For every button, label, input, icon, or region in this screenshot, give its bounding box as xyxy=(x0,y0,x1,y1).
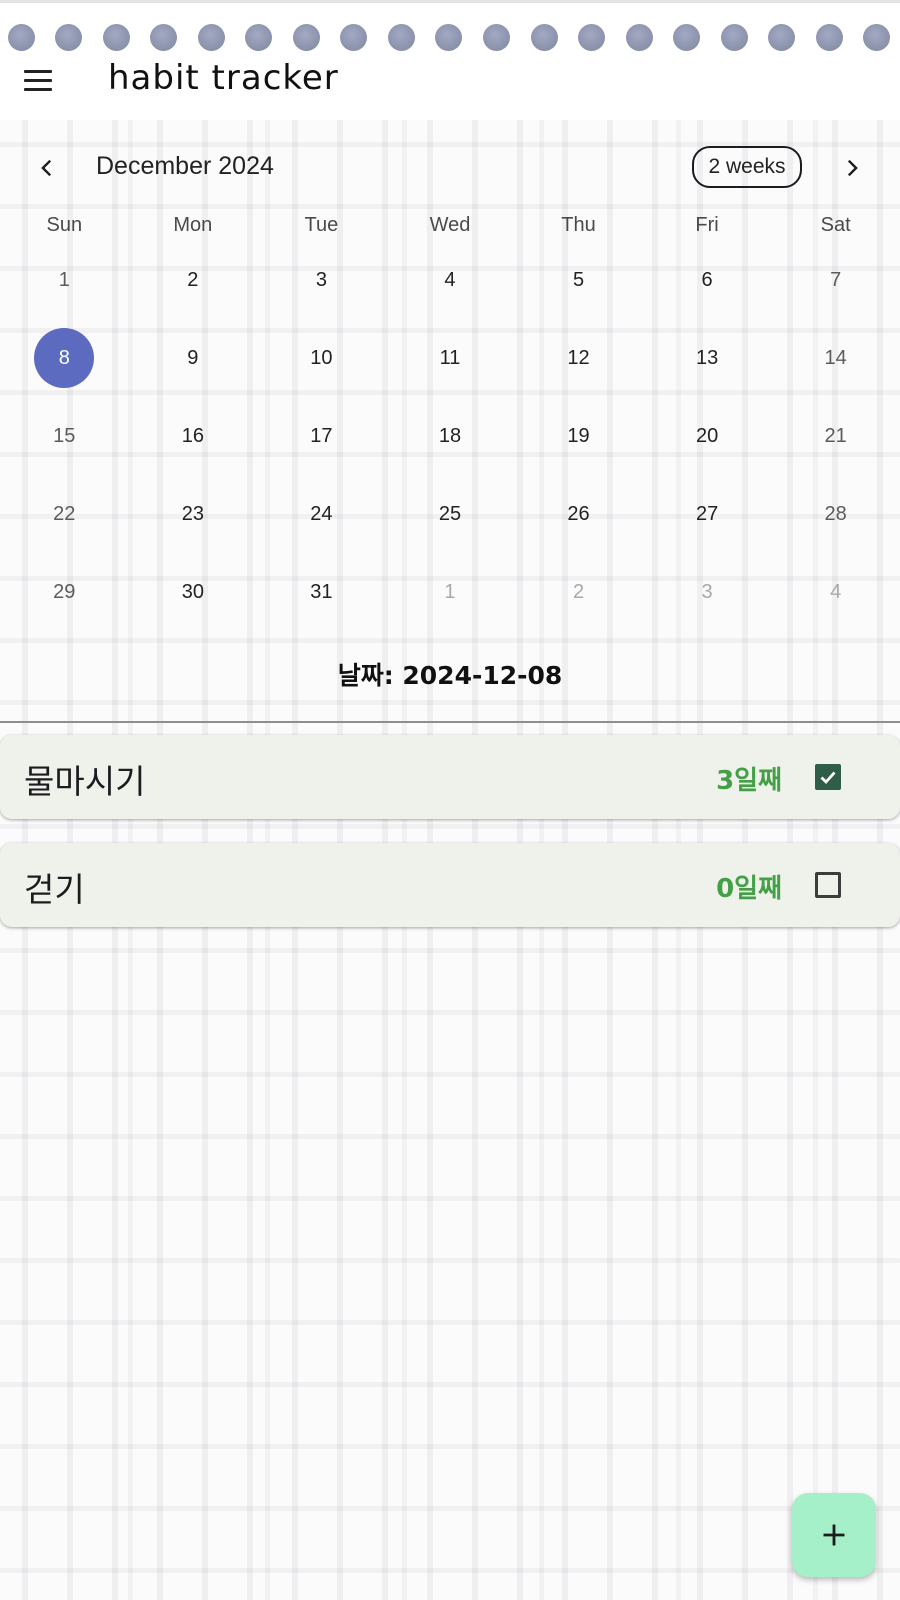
calendar-day[interactable]: 6 xyxy=(643,241,772,319)
binder-hole xyxy=(626,24,653,51)
calendar-week: 22 23 24 25 26 27 28 xyxy=(0,475,900,553)
calendar-day[interactable]: 16 xyxy=(129,397,258,475)
binder-hole xyxy=(435,24,462,51)
calendar-week: 8 9 10 11 12 13 14 xyxy=(0,319,900,397)
binder-hole xyxy=(816,24,843,51)
binder-hole xyxy=(340,24,367,51)
calendar-day[interactable]: 1 xyxy=(0,241,129,319)
divider xyxy=(0,721,900,723)
calendar-header: December 2024 2 weeks xyxy=(0,140,900,196)
calendar-day[interactable]: 21 xyxy=(771,397,900,475)
habit-checkbox[interactable] xyxy=(815,872,841,898)
calendar-day[interactable]: 13 xyxy=(643,319,772,397)
calendar-day[interactable]: 12 xyxy=(514,319,643,397)
menu-icon[interactable] xyxy=(24,62,60,98)
binder-hole xyxy=(198,24,225,51)
habit-name: 걷기 xyxy=(24,870,85,909)
habit-streak: 0일째 xyxy=(716,874,782,904)
calendar-day[interactable]: 20 xyxy=(643,397,772,475)
calendar-week: 1 2 3 4 5 6 7 xyxy=(0,241,900,319)
app-title: habit tracker xyxy=(108,58,339,98)
binder-hole xyxy=(768,24,795,51)
calendar-day[interactable]: 14 xyxy=(771,319,900,397)
calendar-day[interactable]: 10 xyxy=(257,319,386,397)
binder-hole xyxy=(150,24,177,51)
habit-card[interactable]: 걷기 0일째 xyxy=(0,843,900,927)
calendar-day[interactable]: 9 xyxy=(129,319,258,397)
binder-holes xyxy=(0,0,900,56)
calendar-day[interactable]: 31 xyxy=(257,553,386,631)
calendar-day[interactable]: 2 xyxy=(129,241,258,319)
calendar-day[interactable]: 24 xyxy=(257,475,386,553)
calendar-day[interactable]: 17 xyxy=(257,397,386,475)
calendar-day-outside[interactable]: 3 xyxy=(643,553,772,631)
calendar-day[interactable]: 30 xyxy=(129,553,258,631)
habit-card[interactable]: 물마시기 3일째 xyxy=(0,735,900,819)
calendar-week: 29 30 31 1 2 3 4 xyxy=(0,553,900,631)
app-bar: habit tracker xyxy=(0,56,900,120)
binder-hole xyxy=(578,24,605,51)
binder-hole xyxy=(483,24,510,51)
habit-streak: 3일째 xyxy=(716,766,782,796)
calendar-day[interactable]: 22 xyxy=(0,475,129,553)
calendar-day[interactable]: 5 xyxy=(514,241,643,319)
calendar-day[interactable]: 3 xyxy=(257,241,386,319)
menu-icon-line xyxy=(24,78,52,82)
chevron-right-icon[interactable] xyxy=(832,148,872,188)
binder-hole xyxy=(8,24,35,51)
binder-hole xyxy=(673,24,700,51)
month-label: December 2024 xyxy=(96,152,274,180)
calendar-day[interactable]: 19 xyxy=(514,397,643,475)
check-icon xyxy=(820,771,836,785)
calendar-day-selected[interactable]: 8 xyxy=(0,319,129,397)
binder-hole xyxy=(388,24,415,51)
binder-hole xyxy=(293,24,320,51)
calendar-week: 15 16 17 18 19 20 21 xyxy=(0,397,900,475)
calendar-day-outside[interactable]: 1 xyxy=(386,553,515,631)
binder-hole xyxy=(55,24,82,51)
selected-date-label: 날짜: 2024-12-08 xyxy=(337,661,563,690)
binder-hole xyxy=(721,24,748,51)
calendar-day[interactable]: 23 xyxy=(129,475,258,553)
calendar-day[interactable]: 11 xyxy=(386,319,515,397)
calendar-format-button[interactable]: 2 weeks xyxy=(692,146,802,188)
calendar-day[interactable]: 29 xyxy=(0,553,129,631)
binder-hole xyxy=(103,24,130,51)
binder-hole xyxy=(863,24,890,51)
calendar-day[interactable]: 27 xyxy=(643,475,772,553)
calendar-day-outside[interactable]: 4 xyxy=(771,553,900,631)
calendar-day[interactable]: 26 xyxy=(514,475,643,553)
habit-checkbox[interactable] xyxy=(815,764,841,790)
menu-icon-line xyxy=(24,87,52,91)
binder-hole xyxy=(531,24,558,51)
calendar-day[interactable]: 28 xyxy=(771,475,900,553)
calendar-day[interactable]: 4 xyxy=(386,241,515,319)
calendar-day[interactable]: 25 xyxy=(386,475,515,553)
binder-hole xyxy=(245,24,272,51)
calendar-day-outside[interactable]: 2 xyxy=(514,553,643,631)
plus-icon xyxy=(823,1524,845,1546)
chevron-left-icon[interactable] xyxy=(27,148,67,188)
calendar-day[interactable]: 7 xyxy=(771,241,900,319)
menu-icon-line xyxy=(24,69,52,73)
add-habit-button[interactable] xyxy=(792,1493,876,1577)
calendar-day[interactable]: 15 xyxy=(0,397,129,475)
habit-name: 물마시기 xyxy=(24,762,146,801)
calendar-day[interactable]: 18 xyxy=(386,397,515,475)
